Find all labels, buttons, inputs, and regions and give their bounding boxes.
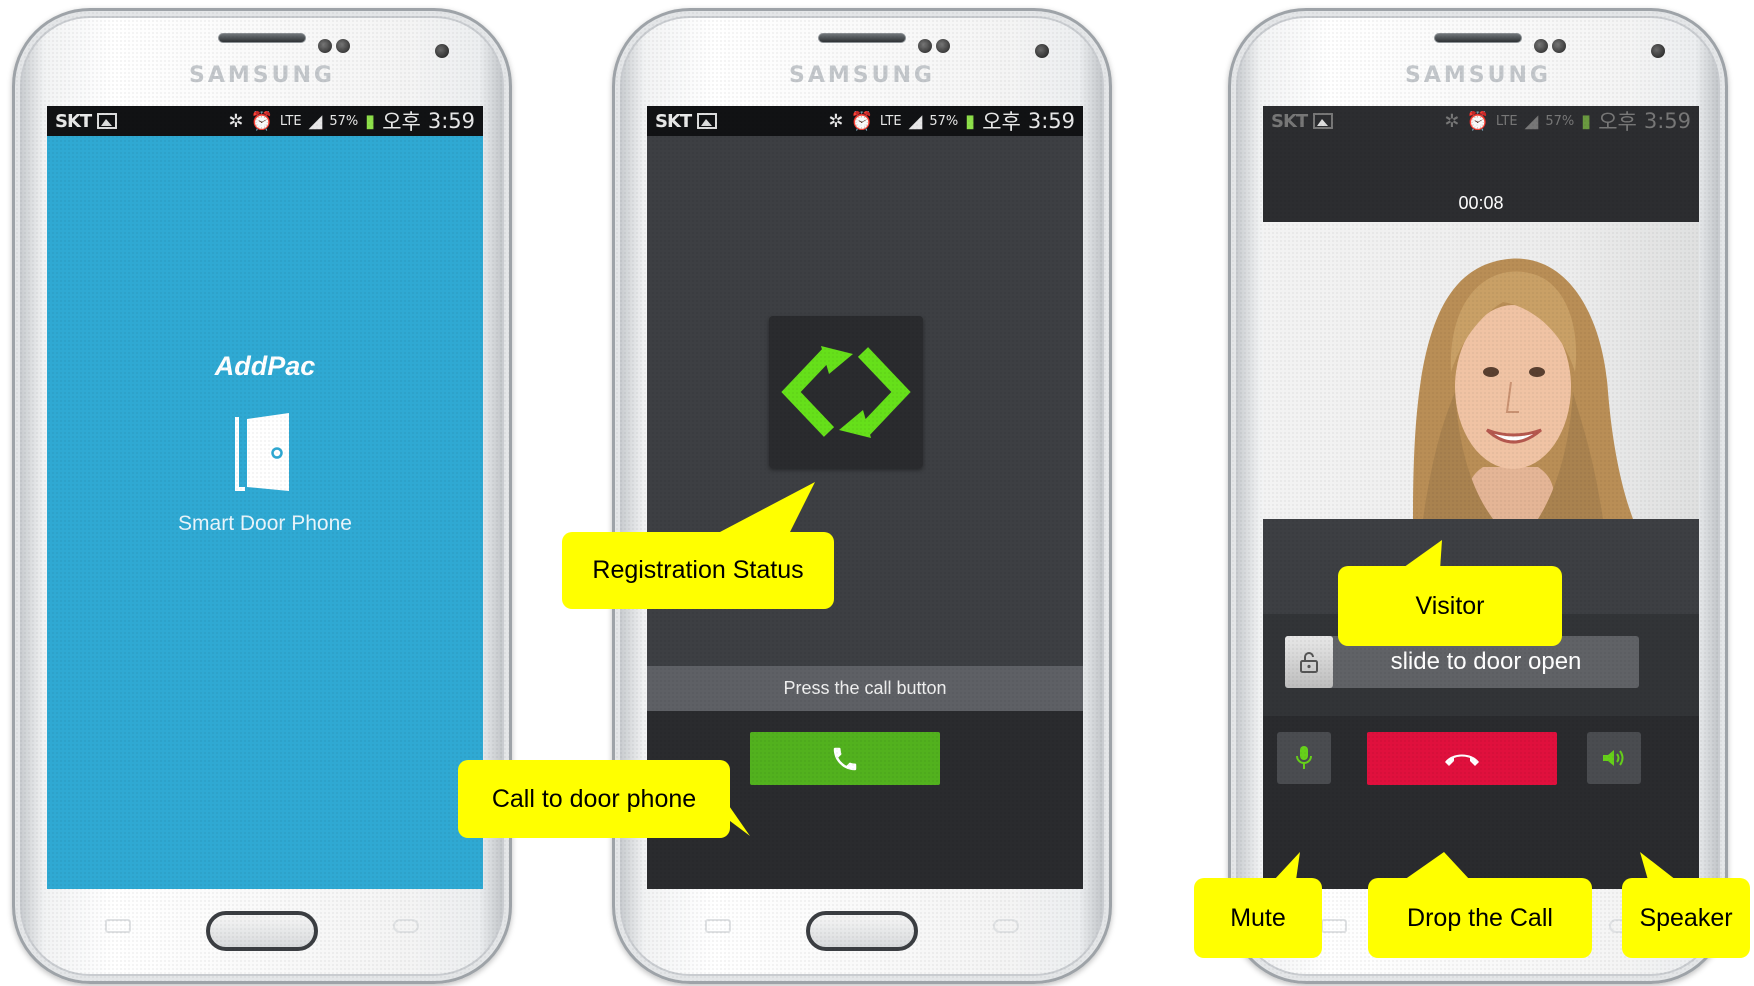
callout-mute: Mute	[1194, 878, 1322, 958]
callout-call-to-door-phone: Call to door phone	[458, 760, 730, 838]
drop-the-call-pointer	[1404, 852, 1470, 880]
callout-registration-status: Registration Status	[562, 532, 834, 609]
callout-drop-the-call: Drop the Call	[1368, 878, 1592, 958]
callout-pointers	[718, 482, 1676, 880]
speaker-pointer	[1640, 852, 1676, 880]
registration-status-pointer	[720, 482, 815, 532]
callout-speaker: Speaker	[1622, 878, 1750, 958]
callout-visitor: Visitor	[1338, 566, 1562, 646]
mute-pointer	[1274, 852, 1300, 880]
